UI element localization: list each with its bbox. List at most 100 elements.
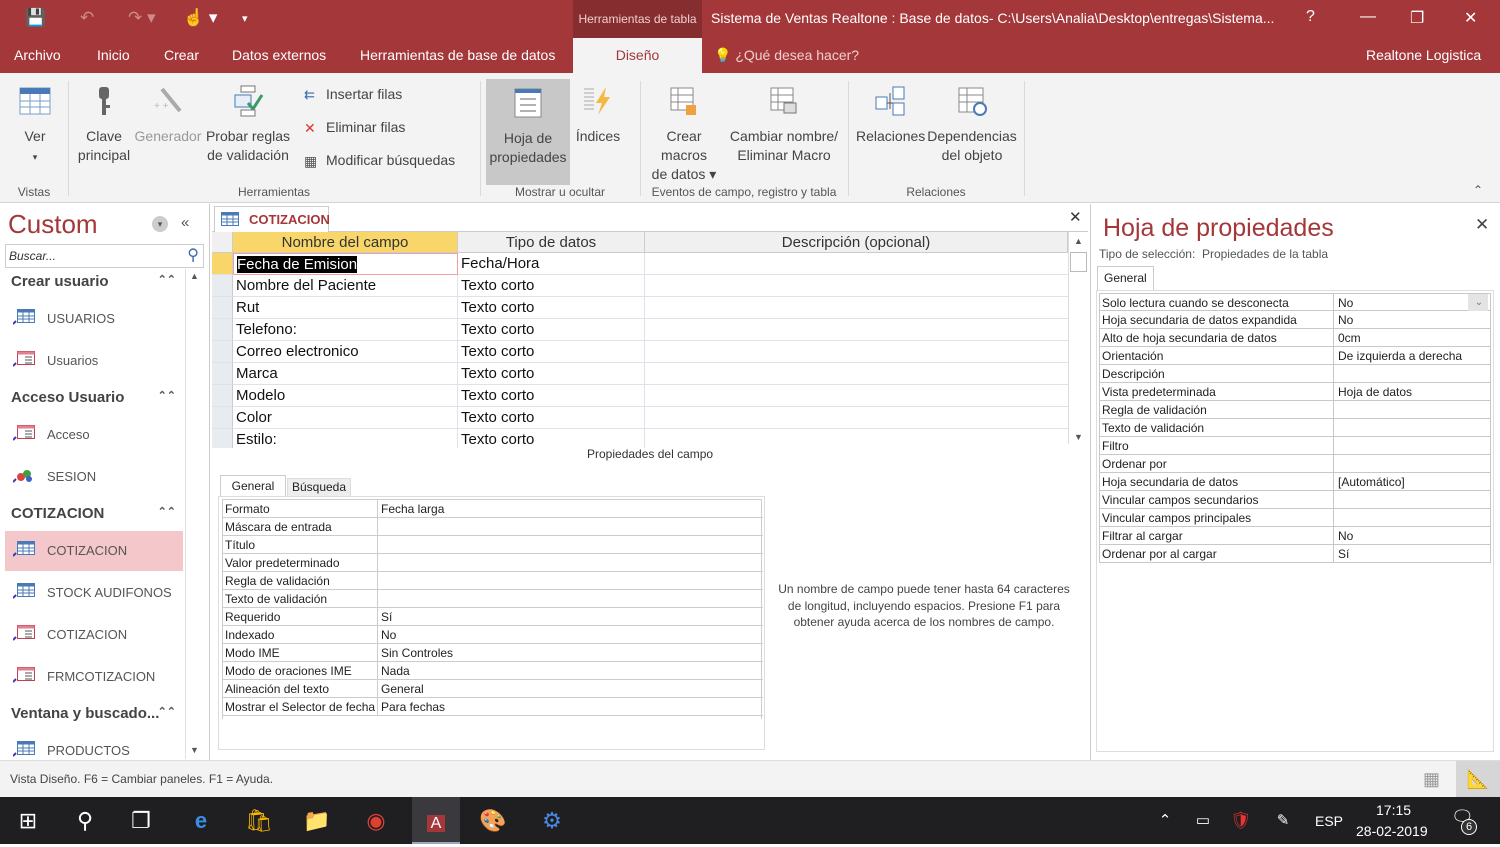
field-tab-busqueda[interactable]: Búsqueda [287, 478, 351, 497]
grid-scrollbar[interactable]: ▲ ▼ [1068, 232, 1088, 444]
nav-item[interactable]: FRMCOTIZACION [5, 657, 183, 697]
row-selector[interactable] [212, 341, 233, 363]
object-dependencies-button[interactable]: Dependencias del objeto [926, 73, 1018, 165]
app-icon[interactable]: ⚙ [535, 805, 569, 837]
indexes-button[interactable]: Índices [572, 73, 624, 146]
property-row[interactable]: Alto de hoja secundaria de datos 0cm [1099, 329, 1491, 347]
pen-icon[interactable]: ✎ [1266, 805, 1300, 837]
description-cell[interactable] [645, 363, 1068, 385]
field-name-cell[interactable]: Correo electronico [233, 341, 458, 363]
nav-group-header[interactable]: Acceso Usuario ⌃⌃ [11, 389, 176, 406]
tab-herramientas-bd[interactable]: Herramientas de base de datos [346, 38, 569, 73]
property-value[interactable]: No [1336, 527, 1353, 545]
field-property-row[interactable]: Requerido Sí [223, 608, 763, 626]
field-row[interactable]: Estilo: Texto corto [212, 429, 1068, 448]
property-sheet-button[interactable]: Hoja de propiedades [486, 79, 570, 185]
tab-archivo[interactable]: Archivo [0, 38, 75, 73]
property-row[interactable]: Filtro [1099, 437, 1491, 455]
description-cell[interactable] [645, 429, 1068, 448]
tab-diseno[interactable]: Diseño [573, 38, 702, 73]
scroll-thumb[interactable] [1070, 252, 1087, 272]
minimize-icon[interactable]: — [1360, 8, 1376, 26]
property-value[interactable]: Sí [1336, 545, 1349, 563]
data-type-cell[interactable]: Texto corto [458, 429, 645, 448]
close-document-icon[interactable]: ✕ [1069, 208, 1082, 226]
nav-item[interactable]: USUARIOS [5, 299, 183, 339]
field-name-cell[interactable]: Nombre del Paciente [233, 275, 458, 297]
data-type-cell[interactable]: Fecha/Hora [458, 253, 645, 275]
tab-inicio[interactable]: Inicio [83, 38, 144, 73]
primary-key-button[interactable]: Clave principal [76, 73, 132, 165]
design-view-status-icon[interactable]: 📐 [1456, 761, 1500, 797]
description-cell[interactable] [645, 297, 1068, 319]
data-type-cell[interactable]: Texto corto [458, 363, 645, 385]
scroll-down-icon[interactable]: ▼ [190, 745, 199, 755]
field-property-row[interactable]: Modo IME Sin Controles [223, 644, 763, 662]
clock-time[interactable]: 17:15 [1376, 802, 1411, 818]
save-icon[interactable]: 💾 [25, 8, 46, 28]
field-name-cell[interactable]: Modelo [233, 385, 458, 407]
access-taskbar-icon[interactable]: A [412, 797, 460, 844]
customize-qat-icon[interactable]: ▾ [242, 12, 248, 25]
field-property-value[interactable]: Sin Controles [379, 644, 453, 662]
selection-type-value[interactable]: Propiedades de la tabla [1202, 247, 1328, 261]
scroll-up-icon[interactable]: ▲ [1074, 236, 1083, 246]
field-row[interactable]: Telefono: Texto corto [212, 319, 1068, 341]
field-property-row[interactable]: Mostrar el Selector de fecha Para fechas [223, 698, 763, 716]
field-row[interactable]: Fecha de Emision Fecha/Hora [212, 253, 1068, 275]
description-cell[interactable] [645, 319, 1068, 341]
field-row[interactable]: Correo electronico Texto corto [212, 341, 1068, 363]
property-row[interactable]: Ordenar por al cargar Sí [1099, 545, 1491, 563]
language-indicator[interactable]: ESP [1315, 813, 1343, 829]
row-selector[interactable] [212, 385, 233, 407]
field-property-value[interactable]: General [379, 680, 424, 698]
row-selector[interactable] [212, 253, 233, 275]
insert-rows-button[interactable]: ⇇ Insertar filas [304, 86, 402, 103]
property-value[interactable]: De izquierda a derecha [1336, 347, 1462, 365]
property-row[interactable]: Vincular campos secundarios [1099, 491, 1491, 509]
description-cell[interactable] [645, 407, 1068, 429]
undo-icon[interactable]: ↶ [80, 8, 94, 28]
field-row[interactable]: Rut Texto corto [212, 297, 1068, 319]
collapse-group-icon[interactable]: ⌃⌃ [158, 391, 176, 402]
battery-icon[interactable]: ▭ [1186, 805, 1220, 837]
field-property-row[interactable]: Regla de validación [223, 572, 763, 590]
modify-lookups-button[interactable]: ▦ Modificar búsquedas [304, 152, 455, 169]
column-header-description[interactable]: Descripción (opcional) [645, 232, 1068, 253]
clock-date[interactable]: 28-02-2019 [1356, 823, 1428, 839]
task-view-icon[interactable]: ❐ [124, 805, 158, 837]
collapse-group-icon[interactable]: ⌃⌃ [158, 507, 176, 518]
description-cell[interactable] [645, 253, 1068, 275]
row-selector[interactable] [212, 407, 233, 429]
property-value[interactable]: Hoja de datos [1336, 383, 1412, 401]
collapse-group-icon[interactable]: ⌃⌃ [158, 707, 176, 718]
defender-icon[interactable]: 🛡 [1224, 805, 1258, 837]
field-property-row[interactable]: Modo de oraciones IME Nada [223, 662, 763, 680]
row-selector[interactable] [212, 275, 233, 297]
field-row[interactable]: Color Texto corto [212, 407, 1068, 429]
nav-menu-dropdown-icon[interactable]: ▾ [152, 216, 168, 232]
data-type-cell[interactable]: Texto corto [458, 407, 645, 429]
field-property-value[interactable]: Para fechas [379, 698, 445, 716]
property-tab-general[interactable]: General [1097, 266, 1154, 290]
field-property-row[interactable]: Máscara de entrada [223, 518, 763, 536]
property-value[interactable]: No [1336, 294, 1353, 312]
help-button[interactable]: ? [1306, 8, 1315, 26]
touch-mode-icon[interactable]: ☝ ▾ [183, 8, 217, 28]
field-name-cell[interactable]: Color [233, 407, 458, 429]
field-property-value[interactable]: No [379, 626, 396, 644]
windows-start-icon[interactable]: ⊞ [11, 805, 45, 837]
nav-title[interactable]: Custom [8, 209, 98, 240]
relationships-button[interactable]: Relaciones [856, 73, 925, 146]
description-cell[interactable] [645, 275, 1068, 297]
create-data-macros-button[interactable]: Crear macros de datos ▾ [642, 73, 726, 184]
property-row[interactable]: Descripción [1099, 365, 1491, 383]
row-selector[interactable] [212, 319, 233, 341]
tell-me-box[interactable]: 💡 ¿Qué desea hacer? [700, 38, 873, 73]
field-row[interactable]: Marca Texto corto [212, 363, 1068, 385]
delete-rows-button[interactable]: ✕ Eliminar filas [304, 119, 405, 136]
row-selector[interactable] [212, 297, 233, 319]
field-property-row[interactable]: Texto de validación [223, 590, 763, 608]
nav-search-input[interactable]: Buscar... ⚲ [5, 244, 204, 268]
view-button[interactable]: Ver ▾ [10, 73, 60, 167]
